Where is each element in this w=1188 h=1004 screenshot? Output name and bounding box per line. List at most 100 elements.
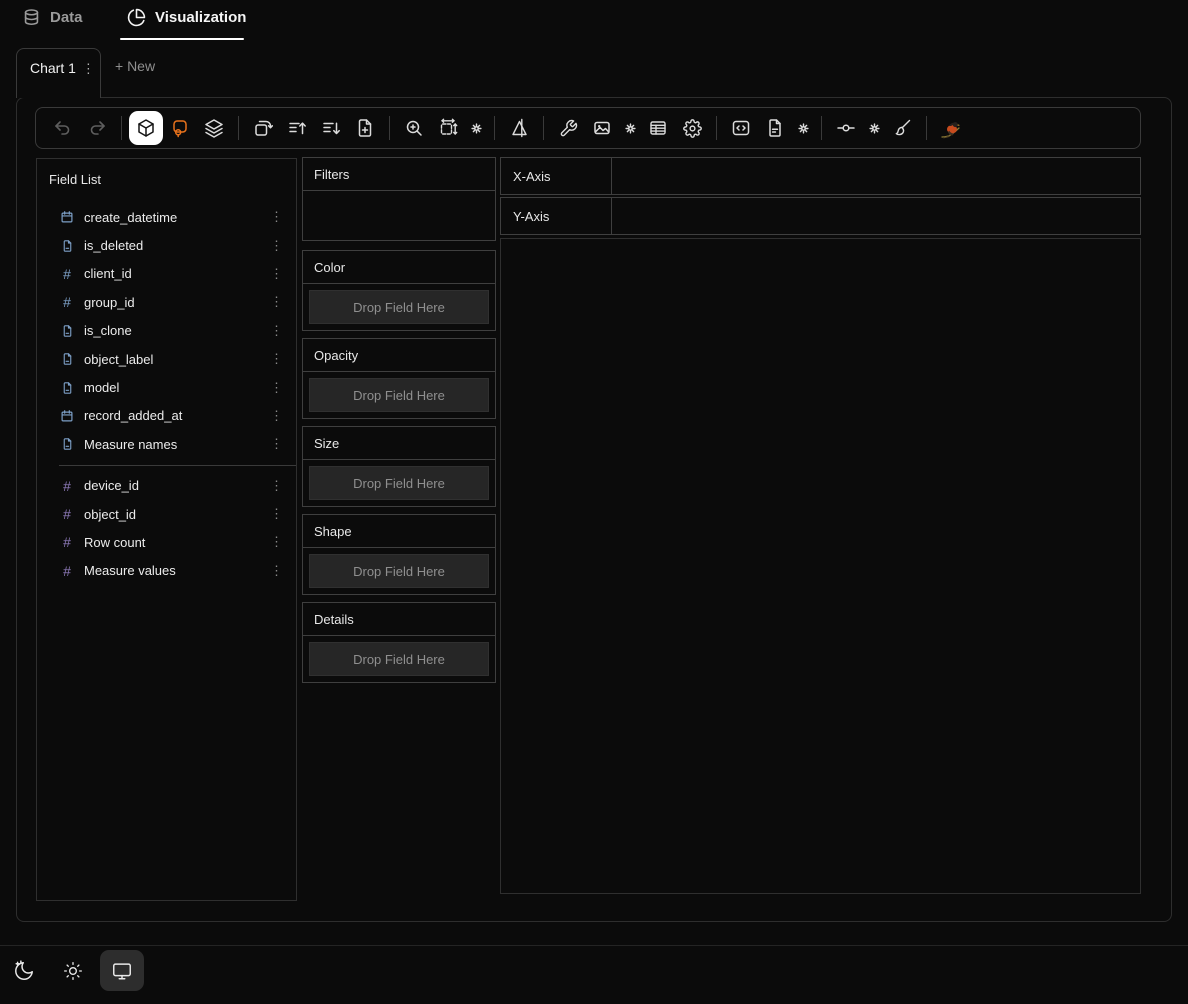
field-list-item[interactable]: record_added_at ⋮ (37, 402, 296, 430)
field-list-item[interactable]: # client_id ⋮ (37, 260, 296, 288)
field-menu-icon[interactable]: ⋮ (267, 534, 286, 550)
toolbar (35, 107, 1141, 149)
bird-logo-icon[interactable] (934, 111, 968, 145)
drop-zone[interactable]: Drop Field Here (309, 466, 489, 500)
drop-zone[interactable]: Drop Field Here (309, 378, 489, 412)
encoding-shelf-label: Size (303, 427, 495, 460)
tab-visualization[interactable]: Visualization (127, 8, 246, 27)
redo-button[interactable] (80, 111, 114, 145)
field-menu-icon[interactable]: ⋮ (267, 506, 286, 522)
pie-chart-icon (127, 8, 146, 27)
settings-button[interactable] (675, 111, 709, 145)
number-field-icon: # (59, 506, 75, 522)
box-3d-tool-button[interactable] (129, 111, 163, 145)
chart-canvas[interactable] (500, 238, 1141, 894)
field-name: device_id (84, 478, 139, 493)
calendar-icon (59, 210, 75, 224)
field-menu-icon[interactable]: ⋮ (267, 323, 286, 339)
chart-tab-label: Chart 1 (30, 60, 76, 76)
move-to-top-button[interactable] (280, 111, 314, 145)
image-export-button[interactable] (585, 111, 619, 145)
field-name: model (84, 380, 119, 395)
monitor-icon (111, 960, 133, 982)
field-name: record_added_at (84, 408, 182, 423)
commit-slider-button[interactable] (829, 111, 863, 145)
field-menu-icon[interactable]: ⋮ (267, 478, 286, 494)
move-to-bottom-button[interactable] (314, 111, 348, 145)
drop-zone[interactable]: Drop Field Here (309, 554, 489, 588)
rotate-tool-button[interactable] (246, 111, 280, 145)
field-menu-icon[interactable]: ⋮ (267, 563, 286, 579)
data-table-button[interactable] (641, 111, 675, 145)
field-list-divider (59, 465, 296, 466)
tab-visualization-label: Visualization (155, 9, 246, 26)
file-add-button[interactable] (348, 111, 382, 145)
image-export-settings-icon[interactable] (619, 111, 641, 145)
new-chart-button[interactable]: + New (115, 58, 155, 74)
encoding-shelf-panel: Opacity Drop Field Here (302, 338, 496, 419)
field-list-item[interactable]: create_datetime ⋮ (37, 203, 296, 231)
field-list-item[interactable]: model ⋮ (37, 373, 296, 401)
wrench-button[interactable] (551, 111, 585, 145)
zoom-in-tool-button[interactable] (397, 111, 431, 145)
chart-tab[interactable]: Chart 1 ⋮ (16, 48, 101, 98)
active-tab-underline (120, 38, 244, 40)
field-list-item[interactable]: # group_id ⋮ (37, 288, 296, 316)
drop-zone[interactable]: Drop Field Here (309, 642, 489, 676)
field-menu-icon[interactable]: ⋮ (267, 266, 286, 282)
number-field-icon: # (59, 534, 75, 550)
layers-tool-button[interactable] (197, 111, 231, 145)
field-list-item[interactable]: # Row count ⋮ (37, 528, 296, 556)
field-menu-icon[interactable]: ⋮ (267, 380, 286, 396)
encoding-shelf-panel: Color Drop Field Here (302, 250, 496, 331)
system-theme-button[interactable] (100, 950, 144, 991)
toolbar-separator (543, 116, 544, 140)
document-export-settings-icon[interactable] (792, 111, 814, 145)
field-menu-icon[interactable]: ⋮ (267, 408, 286, 424)
field-name: object_label (84, 352, 153, 367)
x-axis-drop-area[interactable] (612, 158, 1140, 194)
field-list-item[interactable]: is_deleted ⋮ (37, 231, 296, 259)
toolbar-separator (821, 116, 822, 140)
field-list-item[interactable]: Measure names ⋮ (37, 430, 296, 458)
field-list-item[interactable]: # device_id ⋮ (37, 472, 296, 500)
document-export-button[interactable] (758, 111, 792, 145)
field-list-item[interactable]: # Measure values ⋮ (37, 557, 296, 585)
dark-theme-button[interactable] (2, 950, 46, 991)
field-name: group_id (84, 295, 135, 310)
encoding-shelf-label: Color (303, 251, 495, 284)
embed-code-button[interactable] (724, 111, 758, 145)
field-list-item[interactable]: is_clone ⋮ (37, 317, 296, 345)
y-axis-drop-area[interactable] (612, 198, 1140, 234)
commit-slider-settings-icon[interactable] (863, 111, 885, 145)
visualization-workspace: Field List create_datetime ⋮ is_deleted … (16, 97, 1172, 922)
field-menu-icon[interactable]: ⋮ (267, 238, 286, 254)
lasso-select-tool-button[interactable] (163, 111, 197, 145)
paintbrush-button[interactable] (885, 111, 919, 145)
number-field-icon: # (59, 294, 75, 310)
number-field-icon: # (59, 563, 75, 579)
field-list-item[interactable]: # object_id ⋮ (37, 500, 296, 528)
chart-tab-menu-icon[interactable]: ⋮ (82, 60, 95, 77)
field-menu-icon[interactable]: ⋮ (267, 294, 286, 310)
angle-ruler-button[interactable] (502, 111, 536, 145)
field-list-item[interactable]: object_label ⋮ (37, 345, 296, 373)
y-axis-label: Y-Axis (501, 198, 612, 234)
axes-area: X-Axis Y-Axis (500, 157, 1141, 237)
field-name: create_datetime (84, 210, 177, 225)
light-theme-button[interactable] (51, 950, 95, 991)
field-menu-icon[interactable]: ⋮ (267, 209, 286, 225)
canvas-size-settings-icon[interactable] (465, 111, 487, 145)
undo-button[interactable] (46, 111, 80, 145)
canvas-size-button[interactable] (431, 111, 465, 145)
encoding-shelf-panel: Details Drop Field Here (302, 602, 496, 683)
drop-zone[interactable]: Drop Field Here (309, 290, 489, 324)
toolbar-separator (389, 116, 390, 140)
text-field-icon (59, 352, 75, 366)
field-list-title: Field List (37, 169, 296, 203)
field-menu-icon[interactable]: ⋮ (267, 351, 286, 367)
encoding-shelf-label: Opacity (303, 339, 495, 372)
filters-drop-area[interactable] (303, 191, 495, 237)
field-menu-icon[interactable]: ⋮ (267, 436, 286, 452)
tab-data[interactable]: Data (22, 8, 83, 27)
